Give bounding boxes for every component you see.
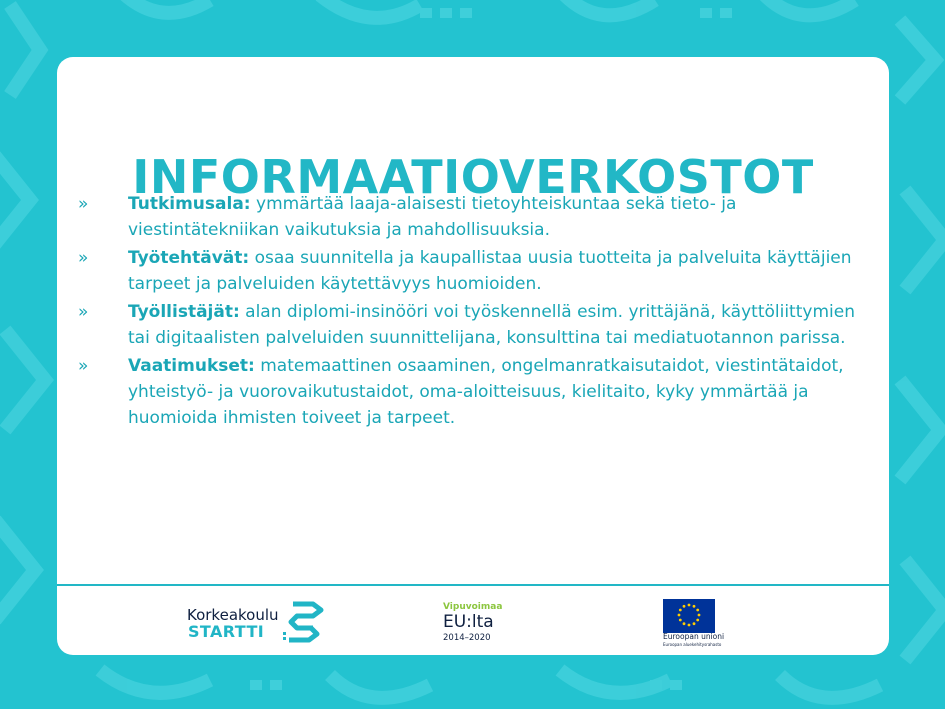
euroopan-unioni-logo: Euroopan unioni Euroopan aluekehitysraha…: [661, 597, 741, 649]
logo-text-vipuvoimaa: Vipuvoimaa: [443, 602, 503, 612]
item-term: Työllistäjät:: [128, 302, 240, 322]
item-term: Työtehtävät:: [128, 248, 250, 268]
list-item-text: Vaatimukset: matemaattinen osaaminen, on…: [128, 353, 871, 431]
footer-divider: [57, 584, 889, 586]
logo-text-aluekehitysrahasto: Euroopan aluekehitysrahasto: [663, 642, 722, 647]
list-item-text: Tutkimusala: ymmärtää laaja-alaisesti ti…: [128, 191, 871, 243]
korkeakoulu-startti-logo: Korkeakoulu STARTTI: [187, 595, 337, 647]
list-item-vaatimukset: » Vaatimukset: matemaattinen osaaminen, …: [71, 353, 871, 431]
logo-text-startti: STARTTI: [188, 622, 265, 641]
list-item-text: Työllistäjät: alan diplomi-insinööri voi…: [128, 299, 871, 351]
logo-text-korkeakoulu: Korkeakoulu: [187, 606, 279, 624]
item-term: Tutkimusala:: [128, 194, 251, 214]
bullet-glyph: »: [78, 194, 89, 214]
bullet-glyph: »: [78, 302, 89, 322]
bullet-glyph: »: [78, 356, 89, 376]
topic-list: » Tutkimusala: ymmärtää laaja-alaisesti …: [71, 191, 871, 433]
list-item-tutkimusala: » Tutkimusala: ymmärtää laaja-alaisesti …: [71, 191, 871, 243]
list-item-text: Työtehtävät: osaa suunnitella ja kaupall…: [128, 245, 871, 297]
vipuvoimaa-eu-logo: Vipuvoimaa EU:lta 2014–2020: [441, 600, 511, 648]
list-item-tyotehtavat: » Työtehtävät: osaa suunnitella ja kaupa…: [71, 245, 871, 297]
content-card: INFORMAATIOVERKOSTOT » Tutkimusala: ymmä…: [57, 57, 889, 655]
list-item-tyollistajat: » Työllistäjät: alan diplomi-insinööri v…: [71, 299, 871, 351]
logo-text-years: 2014–2020: [443, 633, 491, 643]
logo-text-euroopan-unioni: Euroopan unioni: [663, 632, 725, 641]
bullet-glyph: »: [78, 248, 89, 268]
logo-text-eulta: EU:lta: [443, 612, 494, 632]
item-term: Vaatimukset:: [128, 356, 255, 376]
eu-flag-icon: [663, 599, 715, 633]
startti-s-icon: [283, 601, 324, 643]
